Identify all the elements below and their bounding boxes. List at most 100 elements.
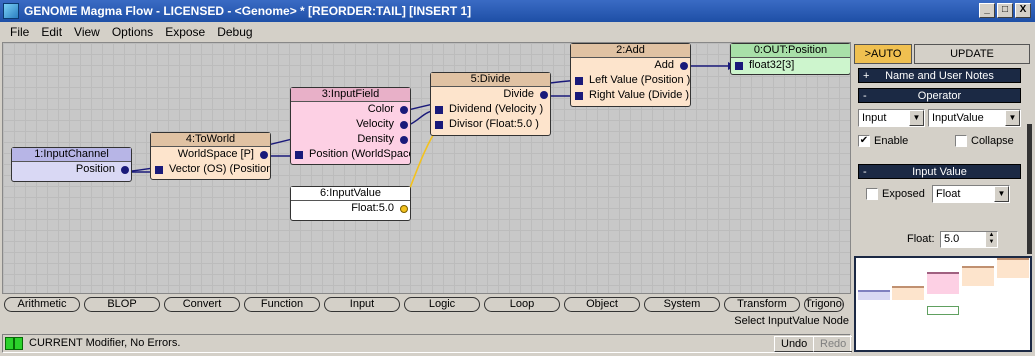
minimize-button[interactable]: _ (979, 3, 995, 18)
close-button[interactable]: X (1015, 3, 1031, 18)
rollout-operator[interactable]: - Operator (858, 88, 1021, 103)
float-label: Float: (907, 233, 935, 245)
port-label: WorldSpace [P] (177, 148, 254, 160)
category-arithmetic[interactable]: Arithmetic (4, 297, 80, 312)
output-pin[interactable] (680, 62, 688, 70)
category-transform[interactable]: Transform (724, 297, 800, 312)
node-add[interactable]: 2:Add Add Left Value (Position ) Right V… (570, 43, 691, 107)
canvas-minimap[interactable] (854, 256, 1032, 352)
input-pin[interactable] (155, 166, 163, 174)
output-pin[interactable] (400, 121, 408, 129)
minimap-node (892, 286, 924, 300)
output-port-color[interactable]: Color (291, 102, 410, 117)
output-port-density[interactable]: Density (291, 132, 410, 147)
input-pin[interactable] (435, 106, 443, 114)
input-pin[interactable] (575, 77, 583, 85)
input-port-left-value[interactable]: Left Value (Position ) (571, 73, 690, 88)
output-pin[interactable] (400, 205, 408, 213)
port-label: Divide (503, 88, 534, 100)
output-pin[interactable] (540, 91, 548, 99)
category-function[interactable]: Function (244, 297, 320, 312)
output-pin[interactable] (121, 166, 129, 174)
input-pin[interactable] (735, 62, 743, 70)
category-buttons: Arithmetic BLOP Convert Function Input L… (4, 297, 850, 314)
value-type-dropdown[interactable]: Float ▼ (932, 185, 1010, 203)
redo-button[interactable]: Redo (813, 336, 854, 352)
magma-flow-window: GENOME Magma Flow - LICENSED - <Genome> … (0, 0, 1035, 356)
node-divide[interactable]: 5:Divide Divide Dividend (Velocity ) Div… (430, 72, 551, 136)
output-port-divide[interactable]: Divide (431, 87, 550, 102)
operator-type-dropdown[interactable]: Input ▼ (858, 109, 925, 127)
menu-file[interactable]: File (4, 22, 35, 42)
input-pin[interactable] (435, 121, 443, 129)
output-port-worldspace[interactable]: WorldSpace [P] (151, 147, 270, 162)
window-title: GENOME Magma Flow - LICENSED - <Genome> … (24, 4, 472, 18)
node-input-field[interactable]: 3:InputField Color Velocity Density Posi… (290, 87, 411, 165)
chevron-down-icon[interactable]: ▼ (909, 110, 924, 126)
input-port-float32[interactable]: float32[3] (731, 58, 850, 73)
collapse-checkbox[interactable] (955, 135, 967, 147)
output-port-velocity[interactable]: Velocity (291, 117, 410, 132)
output-port-position[interactable]: Position (12, 162, 131, 177)
category-blop[interactable]: BLOP (84, 297, 160, 312)
minimap-node (858, 290, 890, 300)
input-port-divisor[interactable]: Divisor (Float:5.0 ) (431, 117, 550, 132)
node-title: 1:InputChannel (12, 148, 131, 162)
float-spinner[interactable]: 5.0 ▲ ▼ (940, 231, 998, 248)
maximize-button[interactable]: □ (997, 3, 1013, 18)
input-port-dividend[interactable]: Dividend (Velocity ) (431, 102, 550, 117)
menu-debug[interactable]: Debug (211, 22, 258, 42)
menu-expose[interactable]: Expose (159, 22, 211, 42)
right-panel: >AUTO UPDATE + Name and User Notes - Ope… (852, 42, 1033, 354)
minimap-node (962, 266, 994, 286)
output-pin[interactable] (400, 136, 408, 144)
enable-checkbox[interactable]: ✔ (858, 135, 870, 147)
exposed-checkbox[interactable] (866, 188, 878, 200)
category-logic[interactable]: Logic (404, 297, 480, 312)
float-value: 5.0 (944, 233, 960, 245)
menu-edit[interactable]: Edit (35, 22, 68, 42)
spinner-arrows-icon[interactable]: ▲ ▼ (986, 232, 997, 247)
category-loop[interactable]: Loop (484, 297, 560, 312)
category-trigonometry[interactable]: Trigonometry (804, 297, 844, 312)
chevron-down-icon[interactable]: ▼ (994, 186, 1009, 202)
input-pin[interactable] (295, 151, 303, 159)
category-object[interactable]: Object (564, 297, 640, 312)
minimap-node (927, 272, 959, 294)
input-port-vector[interactable]: Vector (OS) (Position (151, 162, 270, 177)
node-to-world[interactable]: 4:ToWorld WorldSpace [P] Vector (OS) (Po… (150, 132, 271, 180)
output-pin[interactable] (260, 151, 268, 159)
port-label: Right Value (Divide ) (589, 89, 690, 101)
output-port-float[interactable]: Float:5.0 (291, 201, 410, 216)
node-input-channel[interactable]: 1:InputChannel Position (11, 147, 132, 182)
auto-button[interactable]: >AUTO (854, 44, 912, 64)
node-out-position[interactable]: 0:OUT:Position float32[3] (730, 43, 850, 75)
port-label: Density (357, 133, 394, 145)
undo-button[interactable]: Undo (774, 336, 815, 352)
panel-scrollbar[interactable] (1027, 124, 1032, 254)
menu-options[interactable]: Options (106, 22, 159, 42)
rollout-input-value[interactable]: - Input Value (858, 164, 1021, 179)
update-button[interactable]: UPDATE (914, 44, 1030, 64)
dropdown-value: Input (862, 112, 887, 124)
operator-value-dropdown[interactable]: InputValue ▼ (928, 109, 1021, 127)
flow-canvas[interactable]: 1:InputChannel Position 4:ToWorld WorldS… (2, 42, 851, 294)
exposed-label: Exposed (882, 188, 925, 200)
category-system[interactable]: System (644, 297, 720, 312)
port-label: Position (75, 163, 115, 175)
input-pin[interactable] (575, 92, 583, 100)
rollout-label: Name and User Notes (885, 70, 994, 82)
port-label: Dividend (Velocity ) (449, 103, 544, 115)
menu-view[interactable]: View (68, 22, 106, 42)
node-input-value[interactable]: 6:InputValue Float:5.0 (290, 186, 411, 221)
chevron-down-icon[interactable]: ▼ (1005, 110, 1020, 126)
category-input[interactable]: Input (324, 297, 400, 312)
rollout-name-notes[interactable]: + Name and User Notes (858, 68, 1021, 83)
output-port-add[interactable]: Add (571, 58, 690, 73)
input-port-right-value[interactable]: Right Value (Divide ) (571, 88, 690, 103)
output-pin[interactable] (400, 106, 408, 114)
menu-bar: File Edit View Options Expose Debug (0, 22, 1035, 42)
input-port-position[interactable]: Position (WorldSpace (291, 147, 410, 162)
port-label: Float:5.0 (351, 202, 394, 214)
category-convert[interactable]: Convert (164, 297, 240, 312)
